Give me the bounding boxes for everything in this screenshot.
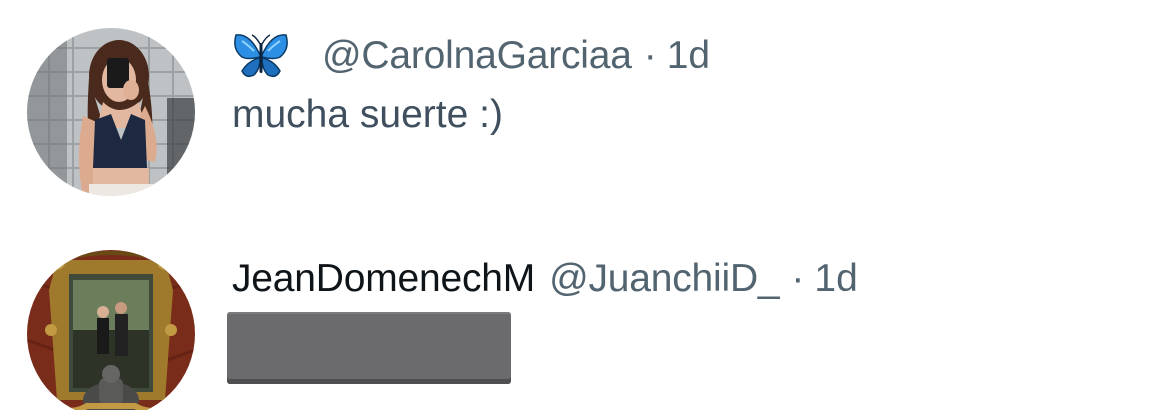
user-handle[interactable]: @CarolnaGarciaa bbox=[322, 32, 632, 80]
reply-header: JeanDomenechM @JuanchiiD_ · 1d bbox=[232, 255, 858, 303]
reply-header: @CarolnaGarciaa · 1d bbox=[232, 31, 710, 81]
timestamp[interactable]: 1d bbox=[667, 32, 710, 80]
separator-dot: · bbox=[791, 257, 805, 300]
reply-text: mucha suerte :) bbox=[232, 93, 503, 136]
redacted-reply-text bbox=[227, 312, 511, 384]
replies-feed: @CarolnaGarciaa · 1d mucha suerte :) Jea… bbox=[0, 0, 1169, 410]
display-name[interactable]: JeanDomenechM bbox=[232, 255, 535, 303]
user-handle[interactable]: @JuanchiiD_ bbox=[549, 255, 780, 303]
avatar[interactable] bbox=[27, 250, 195, 410]
profile-photo-mirror-selfie bbox=[27, 28, 195, 196]
separator-dot: · bbox=[643, 34, 657, 77]
blue-butterfly-icon bbox=[232, 31, 290, 81]
reply-item[interactable]: @CarolnaGarciaa · 1d mucha suerte :) bbox=[0, 0, 1169, 220]
avatar[interactable] bbox=[27, 28, 195, 196]
profile-photo-ornate-frame bbox=[27, 250, 195, 410]
reply-item[interactable]: JeanDomenechM @JuanchiiD_ · 1d bbox=[0, 228, 1169, 410]
timestamp[interactable]: 1d bbox=[814, 255, 857, 303]
